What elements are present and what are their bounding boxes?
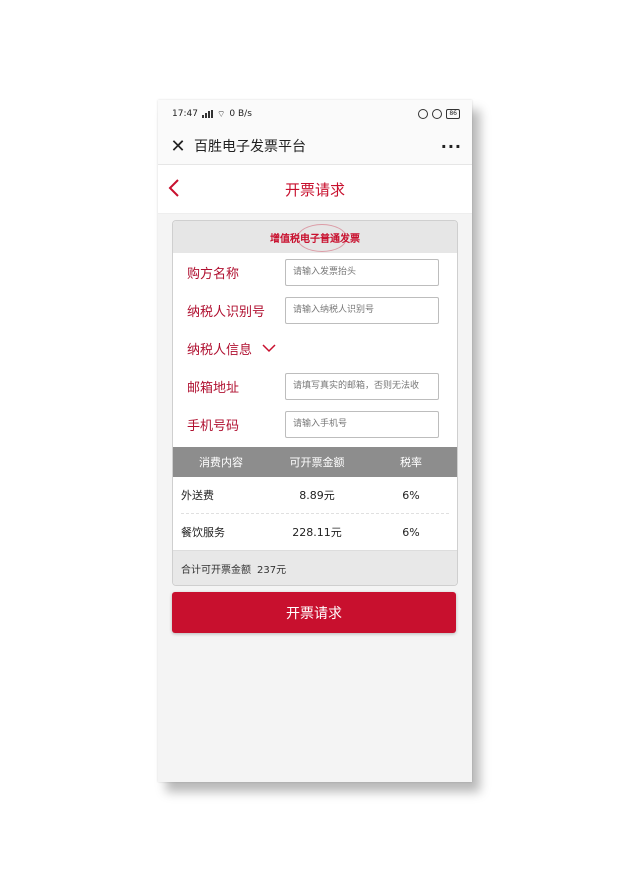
status-left: 17:47 ⌔ 0 B/s <box>172 109 252 120</box>
table-row: 餐饮服务 228.11元 6% <box>173 514 457 550</box>
close-icon[interactable]: ✕ <box>168 136 188 157</box>
amount-cell: 8.89元 <box>299 489 335 502</box>
submit-invoice-button[interactable]: 开票请求 <box>172 592 456 633</box>
column-header: 消费内容 <box>199 456 243 469</box>
phone-label: 手机号码 <box>187 418 240 434</box>
buyer-name-row: 购方名称 <box>173 253 457 291</box>
rate-cell: 6% <box>402 525 420 539</box>
email-input[interactable] <box>285 372 439 400</box>
phone-screen: 17:47 ⌔ 0 B/s 86 ✕ 百胜电子发票平台 ··· 开票请求 增值税… <box>158 100 472 782</box>
app-title: 百胜电子发票平台 <box>194 139 306 155</box>
taxpayer-info-toggle[interactable]: 纳税人信息 <box>173 329 457 367</box>
rate-cell: 6% <box>402 488 420 502</box>
email-label: 邮箱地址 <box>187 380 240 396</box>
total-label: 合计可开票金额 <box>181 564 251 576</box>
stamp-icon <box>297 224 347 252</box>
table-row: 外送费 8.89元 6% <box>173 477 457 513</box>
alarm-icon <box>418 109 429 119</box>
taxpayer-id-label: 纳税人识别号 <box>187 304 266 320</box>
lock-icon <box>432 109 443 119</box>
signal-icon <box>201 110 213 118</box>
page-title: 开票请求 <box>284 180 345 199</box>
taxpayer-id-input[interactable] <box>285 296 439 324</box>
buyer-name-label: 购方名称 <box>187 266 240 282</box>
title-bar: ✕ 百胜电子发票平台 ··· <box>158 128 472 165</box>
email-row: 邮箱地址 <box>173 367 457 405</box>
item-cell: 餐饮服务 <box>181 526 225 539</box>
status-time: 17:47 <box>172 109 198 119</box>
taxpayer-info-label: 纳税人信息 <box>187 342 253 358</box>
chevron-down-icon[interactable] <box>262 343 276 353</box>
column-header: 可开票金额 <box>289 456 345 469</box>
buyer-name-input[interactable] <box>285 258 439 286</box>
total-value: 237元 <box>257 564 287 576</box>
column-header: 税率 <box>400 456 422 469</box>
table-header: 消费内容 可开票金额 税率 <box>173 447 457 477</box>
invoice-card: 增值税电子普通发票 购方名称 纳税人识别号 纳税人信息 邮箱地址 手机号码 消费… <box>172 220 458 586</box>
chevron-left-icon[interactable] <box>164 173 184 203</box>
more-icon[interactable]: ··· <box>441 137 462 156</box>
amount-cell: 228.11元 <box>292 526 342 539</box>
network-speed: 0 B/s <box>229 109 252 119</box>
total-row: 合计可开票金额 237元 <box>173 550 457 585</box>
phone-input[interactable] <box>285 410 439 438</box>
battery-icon: 86 <box>446 109 460 119</box>
taxpayer-id-row: 纳税人识别号 <box>173 291 457 329</box>
status-bar: 17:47 ⌔ 0 B/s 86 <box>158 100 472 128</box>
invoice-type-header: 增值税电子普通发票 <box>173 221 457 253</box>
status-right: 86 <box>418 109 460 119</box>
wifi-icon: ⌔ <box>216 109 226 120</box>
item-cell: 外送费 <box>181 489 214 502</box>
phone-row: 手机号码 <box>173 405 457 443</box>
page-header: 开票请求 <box>158 165 472 214</box>
